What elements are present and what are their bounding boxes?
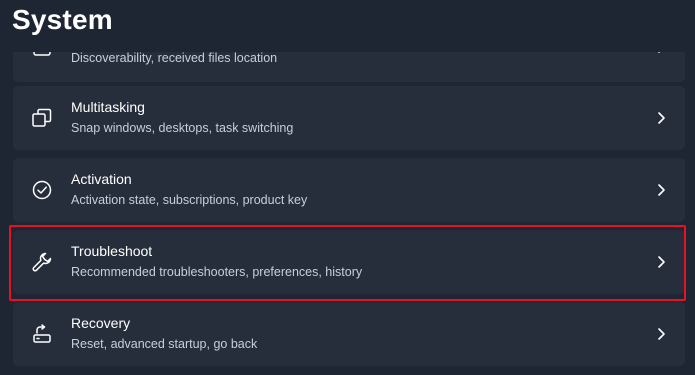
settings-item-activation[interactable]: Activation Activation state, subscriptio… (13, 158, 685, 222)
settings-item-title: Recovery (71, 315, 131, 331)
settings-item-recovery[interactable]: Recovery Reset, advanced startup, go bac… (13, 302, 685, 366)
settings-item-multitasking[interactable]: Multitasking Snap windows, desktops, tas… (13, 86, 685, 150)
settings-item-description: Reset, advanced startup, go back (71, 337, 258, 351)
settings-item-troubleshoot[interactable]: Troubleshoot Recommended troubleshooters… (13, 230, 685, 294)
chevron-right-icon (655, 255, 667, 269)
chevron-right-icon (655, 183, 667, 197)
settings-item-title: Activation (71, 171, 132, 187)
multitasking-icon (31, 107, 53, 129)
chevron-right-icon (655, 111, 667, 125)
wrench-icon (31, 251, 53, 273)
chevron-right-icon (655, 327, 667, 341)
recovery-icon (31, 323, 53, 345)
activation-check-icon (31, 179, 53, 201)
settings-item-description: Snap windows, desktops, task switching (71, 121, 294, 135)
settings-item-description: Recommended troubleshooters, preferences… (71, 265, 363, 279)
settings-item-description: Activation state, subscriptions, product… (71, 193, 308, 207)
settings-list: Discoverability, received files location… (0, 0, 695, 375)
page-title: System (12, 4, 113, 35)
settings-item-title: Multitasking (71, 99, 145, 115)
settings-item-title: Troubleshoot (71, 243, 153, 259)
settings-item-description: Discoverability, received files location (71, 51, 278, 65)
